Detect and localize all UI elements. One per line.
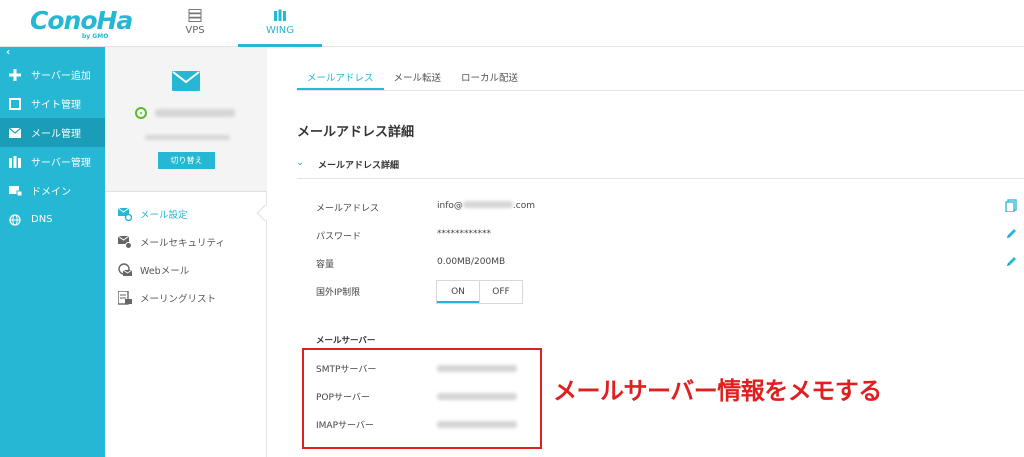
subnav-label: メーリングリスト bbox=[140, 294, 217, 305]
sidebar-item-label: DNS bbox=[31, 214, 53, 225]
toggle-on[interactable]: ON bbox=[437, 281, 480, 303]
server-icon bbox=[8, 155, 22, 169]
subnav-label: Webメール bbox=[140, 266, 190, 277]
tab-wing[interactable]: WING bbox=[238, 0, 322, 47]
logo-text: ConoHa bbox=[30, 6, 133, 35]
sidebar-item-label: サーバー追加 bbox=[31, 71, 91, 82]
sidebar-item-server-management[interactable]: サーバー管理 bbox=[0, 147, 105, 176]
page-title: メールアドレス詳細 bbox=[297, 125, 415, 140]
copy-icon[interactable] bbox=[1005, 199, 1018, 212]
tab-vps[interactable]: VPS bbox=[160, 0, 230, 47]
sidebar-item-add-server[interactable]: サーバー追加 bbox=[0, 60, 105, 89]
sidebar-item-mail-management[interactable]: メール管理 bbox=[0, 118, 105, 147]
sidebar-item-label: サーバー管理 bbox=[31, 158, 91, 169]
foreign-ip-toggle: ON OFF bbox=[436, 280, 523, 304]
toggle-off[interactable]: OFF bbox=[480, 281, 522, 303]
sidebar-item-label: サイト管理 bbox=[31, 100, 81, 111]
subnav-webmail[interactable]: Webメール bbox=[105, 256, 267, 284]
mail-tabs: メールアドレス メール転送 ローカル配送 bbox=[297, 62, 528, 90]
tab-vps-label: VPS bbox=[185, 25, 205, 36]
sidebar-item-label: メール管理 bbox=[31, 129, 81, 140]
password-value: ************ bbox=[437, 229, 491, 239]
server-cluster-icon bbox=[274, 9, 286, 21]
top-bar: ConoHa by GMO VPS WING bbox=[0, 0, 1024, 47]
address-label: メールアドレス bbox=[316, 204, 380, 214]
logo-subtext: by GMO bbox=[82, 33, 109, 40]
subnav-mail-settings[interactable]: メール設定 bbox=[105, 200, 267, 228]
address-value: info@ .com bbox=[437, 201, 535, 211]
sidebar-item-site-management[interactable]: サイト管理 bbox=[0, 89, 105, 118]
subnav-label: メール設定 bbox=[140, 210, 188, 221]
sidebar-item-dns[interactable]: DNS bbox=[0, 205, 105, 234]
subnav-mailing-list[interactable]: メーリングリスト bbox=[105, 284, 267, 312]
mail-security-icon bbox=[118, 235, 132, 249]
switch-button[interactable]: 切り替え bbox=[158, 152, 215, 169]
capacity-label: 容量 bbox=[316, 260, 335, 270]
envelope-icon bbox=[172, 71, 200, 91]
conoha-logo[interactable]: ConoHa by GMO bbox=[30, 6, 133, 42]
mail-server-title: メールサーバー bbox=[316, 336, 376, 346]
sidebar: ‹ サーバー追加 サイト管理 メール管理 サーバー管理 ドメイン DNS bbox=[0, 47, 105, 457]
mailing-list-icon bbox=[118, 291, 132, 305]
tab-mail-address[interactable]: メールアドレス bbox=[297, 62, 384, 90]
accordion-divider bbox=[297, 178, 1024, 179]
mail-icon bbox=[8, 126, 22, 140]
sidebar-item-domain[interactable]: ドメイン bbox=[0, 176, 105, 205]
tabs-divider bbox=[297, 90, 1024, 91]
mail-settings-icon bbox=[118, 207, 132, 221]
chevron-down-icon[interactable]: ⌄ bbox=[296, 157, 304, 168]
address-suffix: .com bbox=[512, 201, 535, 211]
subnav-mail-security[interactable]: メールセキュリティ bbox=[105, 228, 267, 256]
site-icon bbox=[8, 97, 22, 111]
annotation-highlight-box bbox=[302, 348, 542, 449]
capacity-value: 0.00MB/200MB bbox=[437, 257, 506, 267]
blurred-account-detail bbox=[145, 135, 230, 140]
password-label: パスワード bbox=[316, 232, 362, 242]
accordion-title[interactable]: メールアドレス詳細 bbox=[318, 158, 399, 171]
pencil-icon[interactable] bbox=[1005, 255, 1018, 268]
account-box: 切り替え bbox=[105, 47, 267, 192]
status-power-icon bbox=[135, 107, 147, 119]
domain-icon bbox=[8, 184, 22, 198]
tab-local-delivery[interactable]: ローカル配送 bbox=[451, 62, 528, 90]
globe-icon bbox=[8, 213, 22, 227]
plus-icon bbox=[8, 68, 22, 82]
address-prefix: info@ bbox=[437, 201, 463, 211]
foreign-ip-label: 国外IP制限 bbox=[316, 288, 361, 298]
server-stack-icon bbox=[188, 9, 202, 22]
collapse-sidebar-button[interactable]: ‹ bbox=[6, 47, 10, 58]
pencil-icon[interactable] bbox=[1005, 227, 1018, 240]
subnav-label: メールセキュリティ bbox=[140, 238, 225, 249]
webmail-icon bbox=[118, 263, 132, 276]
annotation-text: メールサーバー情報をメモする bbox=[553, 377, 882, 405]
sidebar-item-label: ドメイン bbox=[31, 187, 71, 198]
mail-subpanel: 切り替え メール設定 メールセキュリティ Webメール メーリングリスト bbox=[105, 47, 274, 457]
tab-wing-label: WING bbox=[265, 25, 295, 36]
blurred-domain bbox=[462, 201, 513, 208]
tab-mail-forwarding[interactable]: メール転送 bbox=[384, 62, 452, 90]
blurred-account-name bbox=[155, 109, 235, 117]
